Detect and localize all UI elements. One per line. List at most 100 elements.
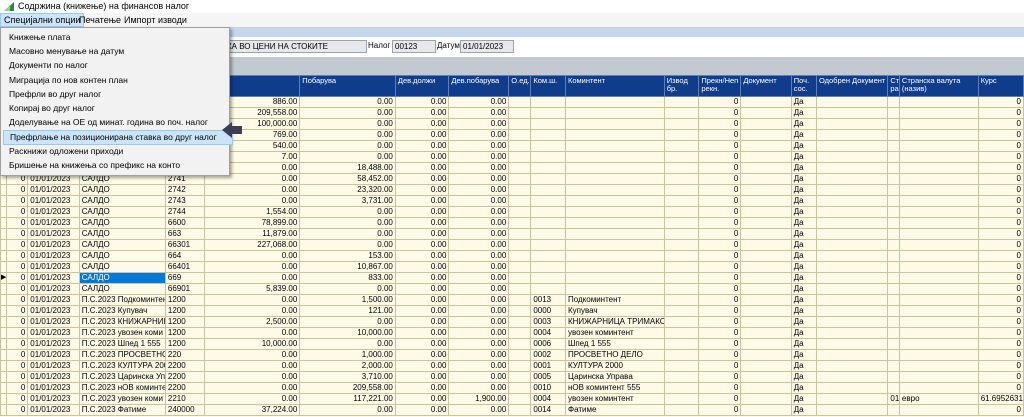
table-cell[interactable]: [740, 261, 792, 273]
table-cell[interactable]: 01/01/2023: [27, 250, 80, 262]
table-cell[interactable]: 78,899.00: [203, 217, 301, 229]
table-cell[interactable]: КУЛТУРА 2000: [564, 360, 665, 372]
table-cell[interactable]: [898, 118, 979, 130]
table-cell[interactable]: [663, 118, 700, 130]
table-cell[interactable]: 01/01/2023: [27, 261, 80, 273]
table-cell[interactable]: П.С.2023 увозен коми: [78, 393, 166, 405]
table-cell[interactable]: [815, 206, 889, 218]
table-cell[interactable]: 01/01/2023: [27, 393, 80, 405]
table-cell[interactable]: 0: [6, 228, 29, 240]
table-row[interactable]: 001/01/2023П.С.2023 КНИЖАРНИЦА12002,500.…: [0, 316, 1024, 328]
table-cell[interactable]: П.С.2023 Шпед 1 555: [78, 338, 166, 350]
table-cell[interactable]: [887, 151, 900, 163]
table-cell[interactable]: 0.00: [448, 283, 510, 295]
row-indicator[interactable]: ▶: [0, 272, 8, 284]
table-cell[interactable]: 0: [698, 195, 742, 207]
table-cell[interactable]: 0.00: [299, 96, 396, 108]
table-cell[interactable]: 0: [6, 272, 29, 284]
table-cell[interactable]: П.С.2023 Купувач: [78, 305, 166, 317]
table-cell[interactable]: 1,500.00: [299, 294, 396, 306]
table-cell[interactable]: 01/01/2023: [27, 294, 80, 306]
table-cell[interactable]: евро: [898, 393, 979, 405]
table-cell[interactable]: 1200: [164, 316, 205, 328]
table-cell[interactable]: [815, 393, 889, 405]
table-cell[interactable]: САЛДО: [78, 283, 166, 295]
table-cell[interactable]: 0.00: [448, 382, 510, 394]
table-cell[interactable]: 0.00: [394, 151, 450, 163]
dropdown-item[interactable]: Книжење плата: [3, 31, 231, 44]
table-cell[interactable]: [564, 162, 665, 174]
table-cell[interactable]: 0.00: [299, 206, 396, 218]
table-cell[interactable]: Фатиме: [564, 404, 665, 416]
table-cell[interactable]: 0: [977, 382, 1024, 394]
table-cell[interactable]: 0.00: [448, 338, 510, 350]
table-cell[interactable]: [898, 294, 979, 306]
dropdown-item[interactable]: Бришење на книжења со префикс на конто: [3, 159, 231, 172]
dropdown-item[interactable]: Префрли во друг налог: [3, 88, 231, 101]
table-cell[interactable]: 0.00: [203, 305, 301, 317]
table-cell[interactable]: П.С.2023 ПРОСВЕТНО Д: [78, 349, 166, 361]
table-cell[interactable]: Да: [790, 283, 817, 295]
table-cell[interactable]: [898, 239, 979, 251]
table-cell[interactable]: Да: [790, 118, 817, 130]
table-cell[interactable]: 0: [6, 360, 29, 372]
table-cell[interactable]: 0.00: [448, 206, 510, 218]
table-cell[interactable]: 1,554.00: [203, 206, 301, 218]
table-cell[interactable]: [508, 371, 532, 383]
table-cell[interactable]: 66401: [164, 261, 205, 273]
table-cell[interactable]: 10,000.00: [203, 338, 301, 350]
table-cell[interactable]: 0: [698, 118, 742, 130]
table-row[interactable]: 0 01/01/2023 САЛДО 664 0.00 153.00 0.00 0.00 0 Да…: [0, 250, 1024, 262]
table-cell[interactable]: 0: [977, 107, 1024, 119]
table-cell[interactable]: [898, 327, 979, 339]
table-cell[interactable]: 0.00: [394, 250, 450, 262]
table-cell[interactable]: Подкоминтент: [564, 294, 665, 306]
table-cell[interactable]: [530, 96, 566, 108]
table-cell[interactable]: 01/01/2023: [27, 283, 80, 295]
table-row[interactable]: 0 01/01/2023 САЛДО 66301 227,068.00 0.00 0.00 0…: [0, 239, 1024, 251]
table-cell[interactable]: [740, 360, 792, 372]
table-cell[interactable]: 01/01/2023: [27, 206, 80, 218]
table-cell[interactable]: [508, 140, 532, 152]
table-cell[interactable]: 0.00: [448, 217, 510, 229]
table-cell[interactable]: [898, 349, 979, 361]
table-cell[interactable]: 37,224.00: [203, 404, 301, 416]
table-cell[interactable]: [887, 272, 900, 284]
table-cell[interactable]: 0.00: [394, 107, 450, 119]
table-cell[interactable]: 0.00: [394, 283, 450, 295]
table-cell[interactable]: [663, 404, 700, 416]
table-cell[interactable]: Да: [790, 338, 817, 350]
table-cell[interactable]: [898, 283, 979, 295]
table-cell[interactable]: 0.00: [448, 371, 510, 383]
table-cell[interactable]: [740, 151, 792, 163]
table-cell[interactable]: [898, 96, 979, 108]
table-cell[interactable]: 1200: [164, 294, 205, 306]
table-cell[interactable]: 0: [698, 162, 742, 174]
table-cell[interactable]: 11,879.00: [203, 228, 301, 240]
table-cell[interactable]: 0: [977, 327, 1024, 339]
table-cell[interactable]: 0.00: [203, 294, 301, 306]
table-cell[interactable]: 0.00: [394, 162, 450, 174]
table-cell[interactable]: 0.00: [203, 272, 301, 284]
table-cell[interactable]: [508, 272, 532, 284]
table-cell[interactable]: [663, 184, 700, 196]
table-cell[interactable]: Царинска Управа: [564, 371, 665, 383]
table-cell[interactable]: [530, 217, 566, 229]
table-cell[interactable]: [740, 272, 792, 284]
table-cell[interactable]: САЛДО: [78, 195, 166, 207]
table-cell[interactable]: 0: [698, 96, 742, 108]
table-cell[interactable]: 0: [698, 250, 742, 262]
table-cell[interactable]: 0.00: [394, 316, 450, 328]
table-cell[interactable]: [815, 349, 889, 361]
table-cell[interactable]: 0: [977, 404, 1024, 416]
table-cell[interactable]: 0.00: [448, 228, 510, 240]
table-cell[interactable]: [663, 151, 700, 163]
table-cell[interactable]: [815, 195, 889, 207]
table-cell[interactable]: Шпед 1 555: [564, 338, 665, 350]
table-cell[interactable]: [663, 261, 700, 273]
table-cell[interactable]: 0: [977, 162, 1024, 174]
table-cell[interactable]: [898, 107, 979, 119]
table-cell[interactable]: Да: [790, 261, 817, 273]
table-cell[interactable]: [887, 162, 900, 174]
table-cell[interactable]: Да: [790, 327, 817, 339]
